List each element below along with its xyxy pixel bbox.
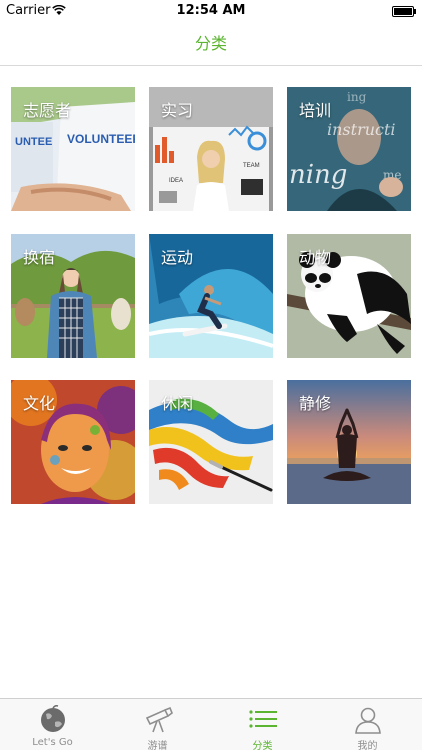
category-label: 文化	[23, 394, 56, 413]
svg-text:VOLUNTEER: VOLUNTEER	[67, 132, 135, 146]
category-label: 培训	[299, 101, 332, 120]
category-label: 休闲	[161, 394, 194, 413]
category-tile-animals[interactable]: 动物	[287, 234, 411, 358]
tab-lets-go[interactable]: Let's Go	[0, 699, 105, 751]
category-tile-internship[interactable]: IDEA TEAM 实习	[149, 87, 273, 211]
svg-text:instructi: instructi	[327, 120, 396, 139]
category-label: 运动	[161, 248, 194, 267]
category-tile-culture[interactable]: 文化	[11, 380, 135, 504]
category-label: 动物	[299, 248, 332, 267]
category-label: 志愿者	[23, 101, 72, 120]
tab-me[interactable]: 我的	[315, 699, 420, 752]
category-label: 实习	[161, 101, 194, 120]
tab-categories[interactable]: 分类	[210, 699, 315, 752]
tab-label: Let's Go	[32, 737, 73, 748]
svg-text:TEAM: TEAM	[243, 163, 260, 169]
battery-icon	[392, 6, 416, 17]
category-tile-leisure[interactable]: 休闲	[149, 380, 273, 504]
status-bar: Carrier 12:54 AM	[0, 0, 422, 22]
category-tile-volunteer[interactable]: UNTEE VOLUNTEER 志愿者	[11, 87, 135, 211]
category-tile-homestay[interactable]: 换宿	[11, 234, 135, 358]
category-tile-training[interactable]: instructi ning me ing 培训	[287, 87, 411, 211]
category-label: 静修	[299, 394, 332, 413]
svg-text:UNTEE: UNTEE	[15, 136, 52, 148]
navigation-bar: 分类	[0, 22, 422, 66]
svg-text:ing: ing	[347, 90, 367, 104]
tab-bar: Let's Go 游谱 分类 我的	[0, 698, 422, 752]
svg-text:ning: ning	[289, 160, 347, 190]
category-tile-retreat[interactable]: 静修	[287, 380, 411, 504]
telescope-icon	[145, 706, 173, 733]
tab-youpu[interactable]: 游谱	[105, 699, 210, 752]
status-time: 12:54 AM	[176, 3, 246, 18]
svg-text:IDEA: IDEA	[169, 178, 183, 184]
category-tile-sports[interactable]: 运动	[149, 234, 273, 358]
globe-icon	[41, 705, 65, 732]
page-title: 分类	[194, 34, 227, 53]
list-icon	[249, 710, 277, 728]
category-label: 换宿	[23, 248, 56, 267]
person-icon	[355, 707, 381, 734]
